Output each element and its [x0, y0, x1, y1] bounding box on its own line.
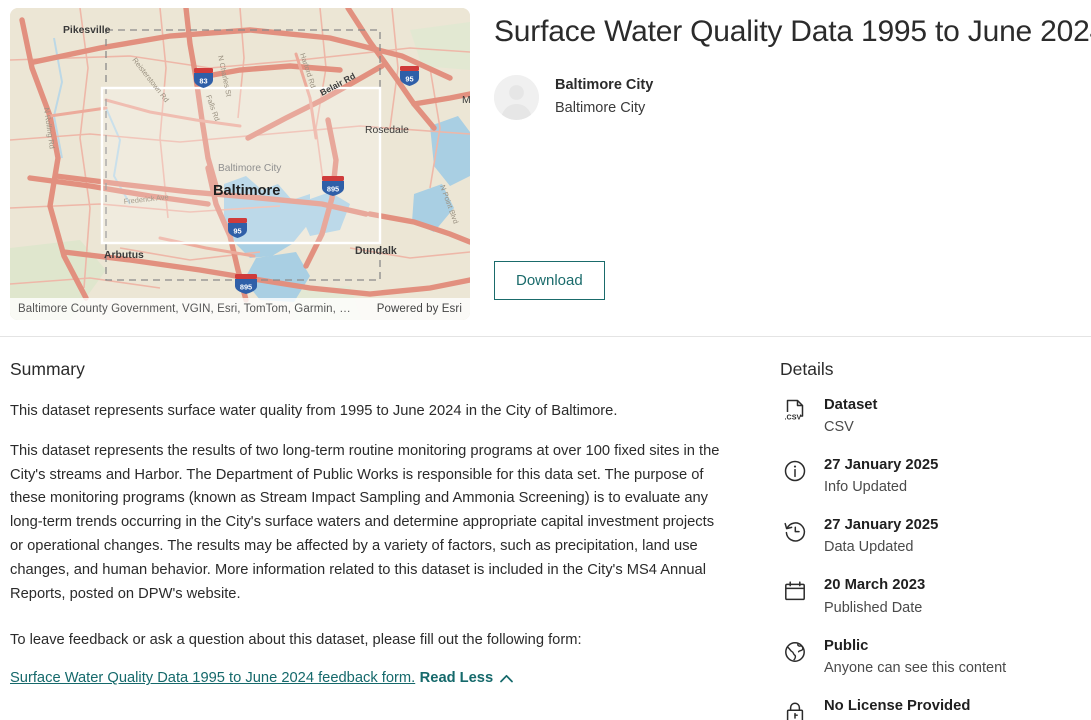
- person-avatar-icon: [494, 75, 539, 120]
- detail-item-license: No License Provided Request permission t…: [780, 695, 1091, 720]
- detail-item-dataset: .CSV Dataset CSV: [780, 394, 1091, 438]
- detail-primary: 20 March 2023: [824, 577, 925, 593]
- info-circle-icon: [780, 456, 810, 486]
- author-block: Baltimore City Baltimore City: [494, 75, 1073, 120]
- detail-item-published-date: 20 March 2023 Published Date: [780, 574, 1091, 618]
- svg-text:95: 95: [233, 226, 241, 235]
- author-organization: Baltimore City: [555, 99, 653, 119]
- content-area: Summary This dataset represents surface …: [0, 337, 1091, 720]
- detail-primary: No License Provided: [824, 698, 970, 714]
- page-title: Surface Water Quality Data 1995 to June …: [494, 14, 1073, 51]
- summary-heading: Summary: [10, 359, 730, 380]
- svg-text:Rosedale: Rosedale: [365, 125, 409, 136]
- svg-text:Dundalk: Dundalk: [355, 245, 397, 257]
- details-heading: Details: [780, 359, 1091, 380]
- globe-icon: [780, 637, 810, 667]
- author-name: Baltimore City: [555, 76, 653, 96]
- svg-text:895: 895: [327, 184, 339, 193]
- calendar-icon: [780, 576, 810, 606]
- hero-details-column: Surface Water Quality Data 1995 to June …: [470, 0, 1091, 336]
- detail-primary: 27 January 2025: [824, 517, 938, 533]
- map-attribution-bar: Baltimore County Government, VGIN, Esri,…: [10, 298, 470, 320]
- read-less-toggle[interactable]: Read Less: [420, 670, 513, 686]
- summary-paragraph-3: To leave feedback or ask a question abou…: [10, 629, 730, 653]
- map-thumbnail[interactable]: Reisterstown Rd N Charles St Harford Rd …: [10, 8, 470, 320]
- csv-file-icon: .CSV: [780, 396, 810, 426]
- map-canvas: Reisterstown Rd N Charles St Harford Rd …: [10, 8, 470, 320]
- detail-secondary: Published Date: [824, 600, 922, 616]
- svg-text:95: 95: [405, 74, 413, 83]
- hero-section: Reisterstown Rd N Charles St Harford Rd …: [0, 0, 1091, 336]
- detail-item-info-updated: 27 January 2025 Info Updated: [780, 454, 1091, 498]
- detail-secondary: Data Updated: [824, 539, 913, 555]
- read-less-label: Read Less: [420, 670, 493, 686]
- detail-item-sharing: Public Anyone can see this content: [780, 635, 1091, 679]
- lock-icon: [780, 697, 810, 720]
- download-area: Download: [494, 261, 1073, 336]
- map-powered-by: Powered by Esri: [377, 303, 462, 315]
- detail-secondary: CSV: [824, 419, 854, 435]
- svg-text:Baltimore: Baltimore: [213, 183, 280, 199]
- svg-text:83: 83: [199, 76, 207, 85]
- summary-paragraph-1: This dataset represents surface water qu…: [10, 400, 730, 424]
- history-clock-icon: [780, 516, 810, 546]
- chevron-up-icon: [500, 674, 513, 683]
- detail-item-data-updated: 27 January 2025 Data Updated: [780, 514, 1091, 558]
- svg-text:Pikesville: Pikesville: [63, 25, 111, 36]
- svg-text:.CSV: .CSV: [785, 413, 802, 422]
- summary-column: Summary This dataset represents surface …: [0, 359, 780, 720]
- details-column: Details .CSV Dataset CSV: [780, 359, 1091, 720]
- download-button[interactable]: Download: [494, 261, 605, 300]
- detail-secondary: Anyone can see this content: [824, 660, 1006, 676]
- detail-primary: 27 January 2025: [824, 457, 938, 473]
- detail-primary: Public: [824, 638, 868, 654]
- detail-secondary: Info Updated: [824, 479, 907, 495]
- svg-text:895: 895: [240, 282, 252, 291]
- detail-primary: Dataset: [824, 397, 877, 413]
- feedback-form-link[interactable]: Surface Water Quality Data 1995 to June …: [10, 670, 415, 686]
- svg-text:Arbutus: Arbutus: [104, 250, 144, 261]
- map-attribution-sources: Baltimore County Government, VGIN, Esri,…: [18, 303, 351, 315]
- svg-text:Baltimore City: Baltimore City: [218, 163, 282, 174]
- summary-paragraph-2: This dataset represents the results of t…: [10, 440, 730, 607]
- svg-text:M: M: [462, 95, 470, 106]
